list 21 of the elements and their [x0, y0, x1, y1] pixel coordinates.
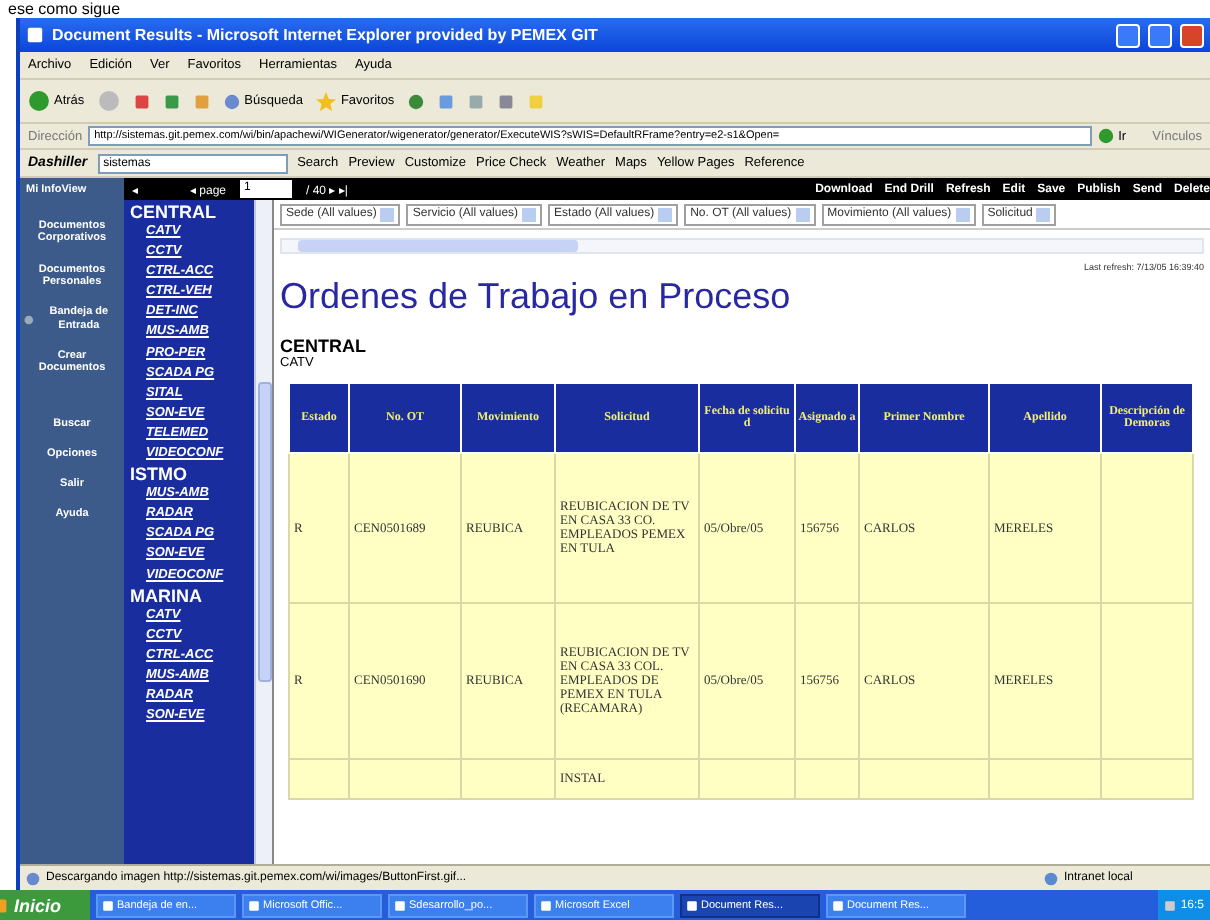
tree-group: ISTMO	[130, 464, 254, 485]
window-icon	[247, 899, 260, 911]
start-button[interactable]: Inicio	[0, 890, 90, 920]
close-button[interactable]	[1180, 23, 1204, 47]
document-text: ese como sigue	[6, 0, 123, 18]
group-heading: CENTRAL	[280, 336, 368, 356]
report-title: Ordenes de Trabajo en Proceso	[280, 276, 793, 318]
minimize-button[interactable]	[1116, 23, 1140, 47]
window-icon	[685, 899, 698, 911]
window-icon	[539, 899, 552, 911]
window-icon	[831, 899, 844, 911]
star-icon	[316, 91, 337, 111]
scrollbar[interactable]	[254, 200, 272, 864]
window-icon	[393, 899, 406, 911]
tree-group: MARINA	[130, 585, 254, 606]
browser-icon	[26, 26, 44, 44]
scrollbar[interactable]	[280, 238, 1204, 254]
maximize-button[interactable]	[1148, 23, 1172, 47]
window-title: Document Results - Microsoft Internet Explorer provided by PEMEX GIT	[52, 26, 600, 44]
window-icon	[101, 899, 114, 911]
tree-group: CENTRAL	[130, 202, 254, 222]
